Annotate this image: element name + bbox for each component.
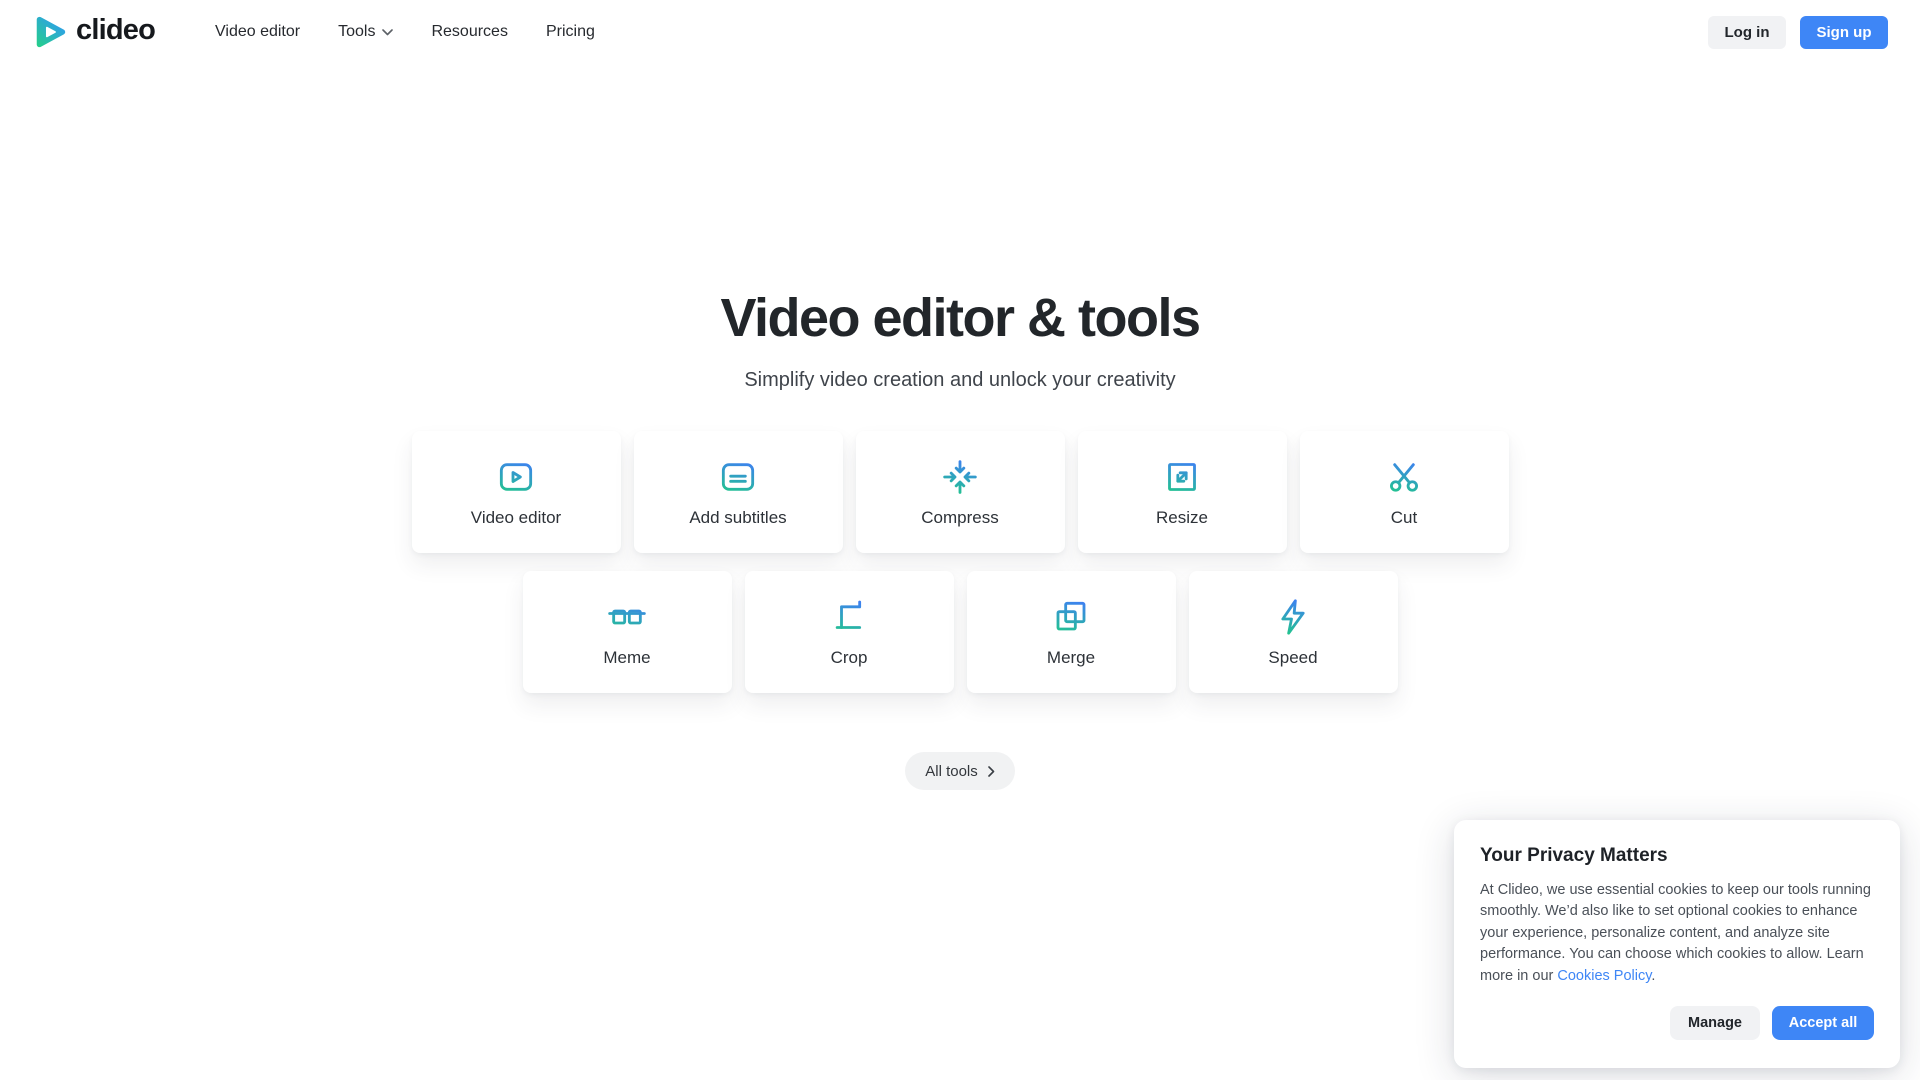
tool-card-video-editor[interactable]: Video editor [412, 431, 621, 553]
tool-label: Merge [1047, 648, 1095, 668]
page-subtitle: Simplify video creation and unlock your … [0, 366, 1920, 394]
cookie-dialog-body: At Clideo, we use essential cookies to k… [1480, 880, 1874, 988]
tool-cards-row-2: Meme Crop Merge [0, 571, 1920, 693]
main-nav: Video editor Tools Resources Pricing [215, 23, 595, 41]
meme-frames-icon [607, 597, 647, 637]
tool-label: Video editor [471, 508, 561, 528]
chevron-down-icon [382, 29, 393, 36]
cookie-body-suffix: . [1651, 968, 1655, 984]
merge-icon [1051, 597, 1091, 637]
lightning-icon [1273, 597, 1313, 637]
main-content: Video editor & tools Simplify video crea… [0, 288, 1920, 790]
nav-item-tools[interactable]: Tools [338, 23, 393, 41]
compress-arrows-icon [940, 457, 980, 497]
video-editor-icon [496, 457, 536, 497]
cookie-consent-dialog: Your Privacy Matters At Clideo, we use e… [1454, 820, 1900, 1069]
tool-card-add-subtitles[interactable]: Add subtitles [634, 431, 843, 553]
tool-card-resize[interactable]: Resize [1078, 431, 1287, 553]
cookie-dialog-title: Your Privacy Matters [1480, 845, 1874, 867]
crop-icon [829, 597, 869, 637]
tool-card-merge[interactable]: Merge [967, 571, 1176, 693]
tool-card-cut[interactable]: Cut [1300, 431, 1509, 553]
tool-label: Add subtitles [689, 508, 786, 528]
tool-card-speed[interactable]: Speed [1189, 571, 1398, 693]
accept-all-cookies-button[interactable]: Accept all [1772, 1006, 1874, 1040]
tool-label: Crop [831, 648, 868, 668]
cookie-body-text: At Clideo, we use essential cookies to k… [1480, 882, 1871, 984]
tool-cards-row-1: Video editor Add subtitles Compress [0, 431, 1920, 553]
tool-label: Cut [1391, 508, 1417, 528]
all-tools-wrap: All tools [0, 752, 1920, 790]
brand-logo[interactable]: clideo [32, 14, 155, 50]
nav-item-resources[interactable]: Resources [431, 23, 507, 41]
brand-name: clideo [76, 16, 155, 48]
signup-button[interactable]: Sign up [1800, 16, 1888, 49]
tool-card-compress[interactable]: Compress [856, 431, 1065, 553]
login-button[interactable]: Log in [1708, 16, 1786, 49]
navbar-actions: Log in Sign up [1708, 16, 1888, 49]
tool-label: Resize [1156, 508, 1208, 528]
tool-label: Speed [1268, 648, 1317, 668]
navbar: clideo Video editor Tools Resources Pric… [0, 0, 1920, 64]
scissors-icon [1384, 457, 1424, 497]
nav-item-pricing[interactable]: Pricing [546, 23, 595, 41]
tool-card-meme[interactable]: Meme [523, 571, 732, 693]
tool-label: Compress [921, 508, 998, 528]
cookie-dialog-actions: Manage Accept all [1480, 1006, 1874, 1040]
subtitles-icon [718, 457, 758, 497]
tool-label: Meme [603, 648, 650, 668]
all-tools-button[interactable]: All tools [905, 752, 1015, 790]
chevron-right-icon [988, 766, 995, 777]
cookies-policy-link[interactable]: Cookies Policy [1557, 968, 1651, 984]
play-logo-icon [32, 14, 68, 50]
tool-card-crop[interactable]: Crop [745, 571, 954, 693]
nav-item-video-editor[interactable]: Video editor [215, 23, 300, 41]
page-title: Video editor & tools [0, 288, 1920, 348]
manage-cookies-button[interactable]: Manage [1670, 1006, 1760, 1040]
resize-icon [1162, 457, 1202, 497]
